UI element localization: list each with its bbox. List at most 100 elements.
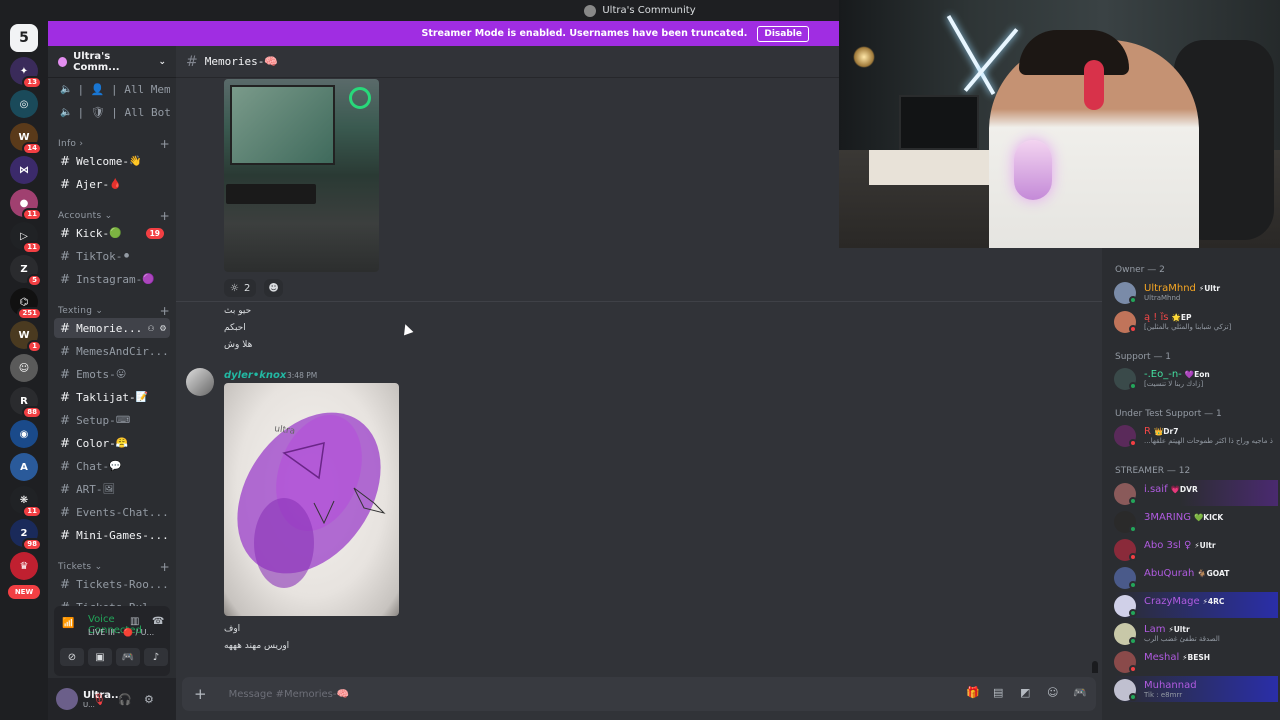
server-icon[interactable]: R 88 [10, 387, 42, 419]
mention-badge: 13 [22, 76, 42, 89]
category-tickets[interactable]: Tickets ⌄ + [58, 560, 170, 574]
member-item[interactable]: ą ! ȉs 🌟EP [تزكي شبابنا والمثلي بالمثلين] [1114, 308, 1278, 334]
message-author[interactable]: dyler•knox [224, 370, 286, 381]
channel-setup[interactable]: # Setup- ⌨ [54, 410, 170, 430]
category-label: Accounts [58, 211, 102, 221]
category-accounts[interactable]: Accounts ⌄ + [58, 209, 170, 223]
channel-taklijat[interactable]: # Taklijat- 📝 [54, 387, 170, 407]
server-icon[interactable]: W 14 [10, 123, 42, 155]
member-item[interactable]: Meshal ⚡BESH [1114, 648, 1278, 674]
channel-chat[interactable]: # Chat- 💬 [54, 456, 170, 476]
category-label: Tickets [58, 562, 92, 572]
message-input[interactable]: Message #Memories-🧠 [229, 689, 349, 700]
add-channel-icon[interactable]: + [160, 560, 170, 574]
member-status: [تزكي شبابنا والمثلي بالمثلين] [1144, 323, 1232, 331]
activity-button[interactable]: 🎮 [116, 648, 140, 666]
screen-share-button[interactable]: ▣ [88, 648, 112, 666]
hash-icon: # [60, 505, 71, 519]
category-info[interactable]: Info › + [58, 137, 170, 151]
channel-memesandcircles[interactable]: # MemesAndCir... [54, 341, 170, 361]
server-icon[interactable]: ◎ [10, 90, 38, 118]
voice-channel[interactable]: LIVE III - 🔴 / U... [88, 628, 154, 637]
avatar[interactable] [186, 368, 214, 396]
avatar[interactable] [56, 688, 78, 710]
server-icon[interactable]: 2 98 [10, 519, 42, 551]
server-icon[interactable]: ▷ 11 [10, 222, 42, 254]
category-texting[interactable]: Texting ⌄ + [58, 304, 170, 318]
member-item[interactable]: Muhannad Tik : e8mrr [1114, 676, 1278, 702]
server-icon[interactable]: A [10, 453, 38, 481]
server-icon[interactable]: ♛ [10, 552, 38, 580]
channel-color[interactable]: # Color- 😤 [54, 433, 170, 453]
sun-icon: ☼ [230, 282, 239, 294]
server-icon[interactable]: ✦ 13 [10, 57, 42, 89]
voice-stat-bots[interactable]: 🔈 | 🛡 | All Bots 12 [54, 102, 170, 122]
sticker-icon[interactable]: ◩ [1020, 686, 1030, 699]
emoji-icon[interactable]: ☺ [1047, 686, 1058, 699]
gear-icon[interactable]: ⚙ [144, 693, 154, 706]
hash-icon: # [60, 528, 71, 542]
channel-tickets-room[interactable]: # Tickets-Roo... [54, 574, 170, 594]
mute-icon[interactable]: 🎙 [92, 693, 106, 706]
member-item[interactable]: Lam ⚡Ultr الصدقة تطفئ غضب الرب [1114, 620, 1278, 646]
upload-plus-icon[interactable]: + [194, 685, 207, 703]
member-item[interactable]: CrazyMage ⚡4RC [1114, 592, 1278, 618]
apps-icon[interactable]: 🎮 [1073, 686, 1087, 699]
channel-tiktok[interactable]: # TikTok- ⚫ [54, 246, 170, 266]
member-name: Abo 3sl ♀ ⚡Ultr [1144, 540, 1216, 551]
channel-label: Events-Chat... [76, 505, 169, 519]
gift-icon[interactable]: 🎁 [966, 686, 980, 699]
member-item[interactable]: R 👑Dr7 ...ذ ماجيه وراح ذا اكثر طموحات اله… [1114, 422, 1278, 448]
camera-off-button[interactable]: ⊘ [60, 648, 84, 666]
add-channel-icon[interactable]: + [160, 209, 170, 223]
category-label: Texting [58, 306, 93, 316]
message-text: اوف [224, 624, 241, 634]
channel-instagram[interactable]: # Instagram- 🟣 [54, 269, 170, 289]
member-item[interactable]: 3MARING 💚KICK [1114, 508, 1278, 534]
noise-suppression-icon[interactable]: ▥ [130, 616, 139, 627]
hash-icon: # [186, 53, 198, 70]
channel-mini-games[interactable]: # Mini-Games-... [54, 525, 170, 545]
disconnect-icon[interactable]: ☎ [152, 616, 164, 627]
member-item[interactable]: UltraMhnd ⚡Ultr UltraMhnd [1114, 279, 1278, 305]
invite-and-settings-icons[interactable]: ⚇ ⚙ [148, 323, 166, 334]
user-panel: Ultra... U... 🎙 🎧 ⚙ [48, 678, 176, 720]
member-name: -.Eo_-n- 💜Eon [1144, 369, 1210, 380]
server-icon[interactable]: ⌬ 251 [10, 288, 42, 320]
channel-ajer[interactable]: # Ajer- 🩸 [54, 174, 170, 194]
disable-streamer-mode-button[interactable]: Disable [757, 25, 809, 42]
channel-welcome[interactable]: # Welcome- 👋 [54, 151, 170, 171]
channel-kick[interactable]: # Kick- 🟢 19 [54, 223, 170, 243]
message-image[interactable] [224, 79, 379, 272]
member-item[interactable]: Abo 3sl ♀ ⚡Ultr [1114, 536, 1278, 562]
server-icon[interactable]: ❋ 11 [10, 486, 42, 518]
member-item[interactable]: i.saif 💗DVR [1114, 480, 1278, 506]
member-item[interactable]: -.Eo_-n- 💜Eon [زادك ربنا لا تنسيت] [1114, 365, 1278, 391]
home-button[interactable]: 5 [10, 24, 38, 52]
server-icon[interactable]: ⋈ [10, 156, 38, 184]
server-header[interactable]: Ultra's Comm... ⌄ [48, 46, 176, 78]
add-channel-icon[interactable]: + [160, 137, 170, 151]
message-image[interactable]: ultra [224, 383, 399, 616]
channel-emots[interactable]: # Emots- 😛 [54, 364, 170, 384]
gif-icon[interactable]: ▤ [993, 686, 1003, 699]
server-icon[interactable]: ◉ [10, 420, 38, 448]
member-item[interactable]: AbuQurah 🐐GOAT [1114, 564, 1278, 590]
server-icon[interactable]: Z5 [10, 255, 42, 287]
deafen-icon[interactable]: 🎧 [118, 693, 132, 706]
channel-memories[interactable]: # Memorie... ⚇ ⚙ [54, 318, 170, 338]
server-icon[interactable]: ☺ [10, 354, 38, 382]
add-channel-icon[interactable]: + [160, 304, 170, 318]
channel-events-chat[interactable]: # Events-Chat... [54, 502, 170, 522]
scrollbar[interactable] [1092, 661, 1098, 673]
channel-art[interactable]: # ART- 🖼 [54, 479, 170, 499]
message-composer[interactable]: + Message #Memories-🧠 🎁 ▤ ◩ ☺ 🎮 [182, 677, 1096, 711]
chevron-down-icon: ⌄ [158, 56, 166, 67]
server-icon[interactable]: ● 11 [10, 189, 42, 221]
soundboard-button[interactable]: ♪ [144, 648, 168, 666]
server-icon[interactable]: W1 [10, 321, 42, 353]
hash-icon: # [60, 344, 71, 358]
add-reaction-button[interactable]: ☻ [264, 279, 283, 297]
reaction-button[interactable]: ☼ 2 [224, 279, 257, 297]
voice-stat-members[interactable]: 🔈 | 👤 | All Memb... [54, 79, 170, 99]
